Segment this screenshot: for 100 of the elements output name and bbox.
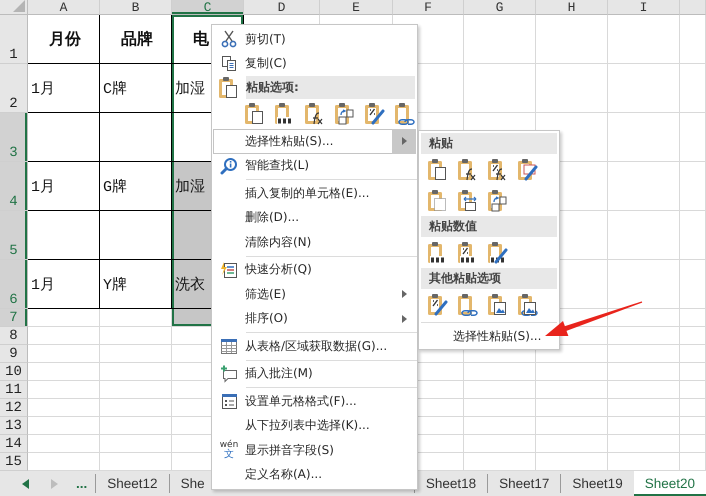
table-cell [680, 15, 706, 64]
add-comment-icon [220, 364, 238, 383]
table-cell [536, 381, 608, 399]
more-sheets-button[interactable]: ... [76, 476, 88, 491]
column-header[interactable]: F [393, 0, 464, 15]
clipboard-page-icon[interactable] [426, 158, 448, 182]
copy-icon [221, 55, 237, 72]
table-cell [680, 260, 706, 309]
row-header[interactable]: 7 [0, 309, 28, 327]
row-header[interactable]: 4 [0, 162, 28, 211]
sheet-tab[interactable]: Sheet12 [95, 474, 169, 493]
menu-item[interactable]: 从下拉列表中选择(K)... [213, 414, 416, 438]
table-cell [680, 64, 706, 113]
column-header[interactable]: I [608, 0, 680, 15]
column-header[interactable]: E [320, 0, 393, 15]
table-cell [680, 381, 706, 399]
row-header[interactable]: 1 [0, 15, 28, 64]
table-cell [680, 211, 706, 260]
clipboard-page-icon[interactable] [217, 76, 239, 100]
clipboard-brush-icon[interactable] [516, 158, 538, 182]
menu-item[interactable]: 排序(O) [213, 306, 416, 331]
table-cell [680, 399, 706, 417]
row-header[interactable]: 3 [0, 113, 28, 162]
table-cell [536, 15, 608, 64]
row-header[interactable]: 5 [0, 211, 28, 260]
clipboard-link-icon[interactable] [393, 102, 415, 126]
column-header[interactable]: C [172, 0, 244, 15]
table-cell [464, 15, 536, 64]
row-header[interactable]: 13 [0, 417, 28, 435]
table-icon [220, 338, 238, 355]
menu-section-header: 粘贴 [421, 133, 557, 154]
table-cell: 月份 [28, 15, 100, 64]
format-cells-icon [220, 392, 238, 410]
table-cell [680, 327, 706, 345]
table-cell [608, 435, 680, 453]
table-cell [608, 417, 680, 435]
table-cell [536, 64, 608, 113]
menu-section-header: 粘贴数值 [421, 216, 557, 237]
table-cell: 品牌 [100, 15, 172, 64]
table-cell [28, 435, 100, 453]
table-cell [28, 417, 100, 435]
clipboard-picture-icon[interactable] [486, 292, 508, 316]
menu-item[interactable]: 选择性粘贴(S)... [451, 325, 544, 347]
row-header[interactable]: 8 [0, 327, 28, 345]
table-cell [608, 381, 680, 399]
clipboard-arrows-icon[interactable] [333, 102, 355, 126]
table-cell: C牌 [100, 64, 172, 113]
menu-item[interactable]: 清除内容(N) [213, 230, 416, 254]
row-header[interactable]: 11 [0, 381, 28, 399]
scissors-icon [220, 30, 238, 48]
column-header[interactable]: G [464, 0, 536, 15]
table-cell [28, 327, 100, 345]
row-header[interactable]: 15 [0, 453, 28, 471]
clipboard-brush-icon[interactable] [363, 102, 385, 126]
table-cell: 1月 [28, 162, 100, 211]
column-header[interactable]: H [536, 0, 608, 15]
column-header[interactable]: A [28, 0, 100, 15]
table-cell [608, 64, 680, 113]
quick-analysis-icon [220, 260, 238, 279]
table-cell [608, 399, 680, 417]
scroll-left-icon[interactable] [22, 478, 30, 488]
clipboard-link-icon[interactable] [456, 292, 478, 316]
clipboard-page-icon[interactable] [243, 102, 265, 126]
menu-item[interactable]: 定义名称(A)... [213, 462, 416, 487]
table-cell: 1月 [28, 260, 100, 309]
clipboard-fx-icon[interactable] [486, 158, 508, 182]
table-cell [28, 381, 100, 399]
search-icon [220, 156, 238, 175]
table-cell [680, 417, 706, 435]
menu-item[interactable]: 插入批注(M) [213, 362, 416, 386]
column-header[interactable]: D [244, 0, 320, 15]
clipboard-picture-icon[interactable] [516, 292, 538, 316]
clipboard-brush-icon[interactable] [426, 292, 448, 316]
clipboard-brush-icon[interactable] [486, 240, 508, 264]
table-cell [536, 417, 608, 435]
clipboard-fx-icon[interactable] [456, 158, 478, 182]
sheet-tab[interactable]: Sheet20 [634, 471, 706, 496]
table-cell [608, 345, 680, 363]
table-cell [680, 363, 706, 381]
row-header[interactable]: 9 [0, 345, 28, 363]
menu-item[interactable]: 选择性粘贴(S)... [213, 129, 416, 154]
menu-section-header: 其他粘贴选项 [421, 268, 557, 289]
row-header[interactable]: 14 [0, 435, 28, 453]
clipboard-arrows-icon[interactable] [456, 188, 478, 212]
row-header[interactable]: 6 [0, 260, 28, 309]
table-cell [608, 327, 680, 345]
table-cell [464, 435, 536, 453]
clipboard-grid-icon[interactable] [426, 188, 448, 212]
table-cell [680, 113, 706, 162]
row-header[interactable]: 12 [0, 399, 28, 417]
column-header[interactable]: B [100, 0, 172, 15]
clipboard-fx-icon[interactable] [303, 102, 325, 126]
table-cell [464, 381, 536, 399]
sheet-tab[interactable]: Sheet17 [487, 474, 560, 493]
row-header[interactable]: 2 [0, 64, 28, 113]
row-header[interactable]: 10 [0, 363, 28, 381]
clipboard-arrows-icon[interactable] [486, 188, 508, 212]
menu-item[interactable]: 设置单元格格式(F)... [213, 389, 416, 414]
table-cell [608, 363, 680, 381]
menu-item[interactable]: 从表格/区域获取数据(G)... [213, 334, 416, 358]
